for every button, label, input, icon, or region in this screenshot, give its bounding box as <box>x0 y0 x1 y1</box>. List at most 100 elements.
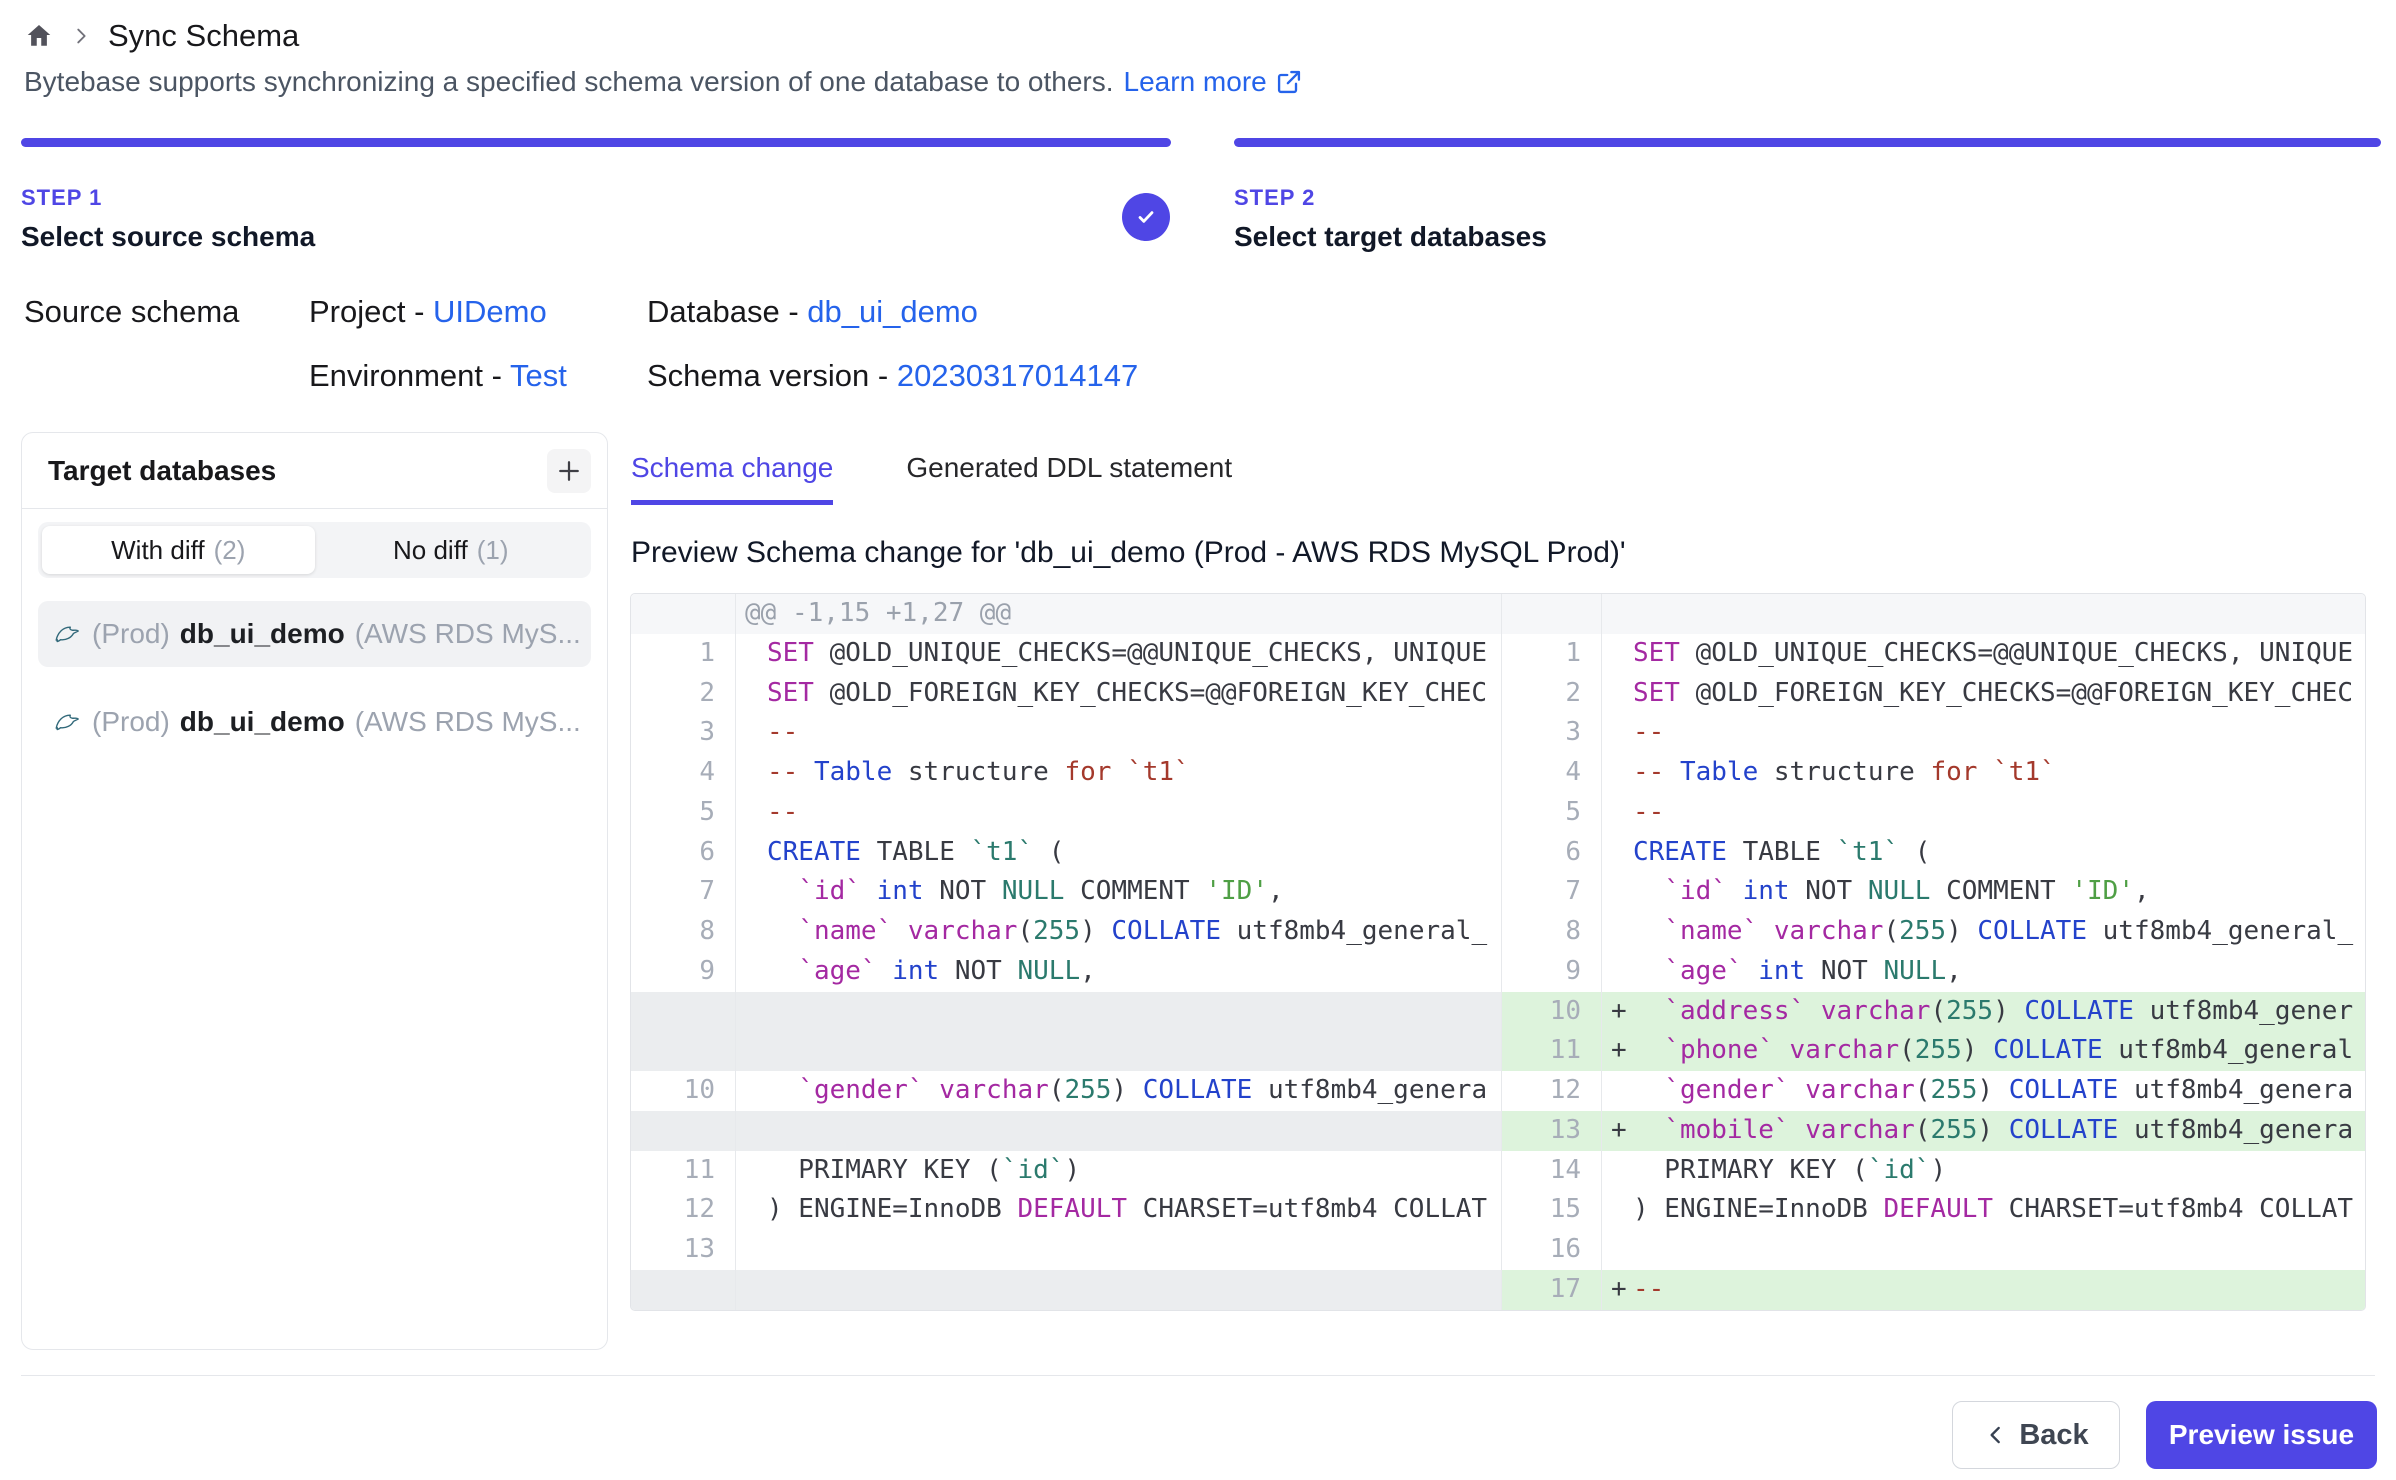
diff-row: 7 `id` int NOT NULL COMMENT 'ID',7 `id` … <box>631 872 2365 912</box>
code-token: utf8mb4_gener <box>2134 996 2353 1026</box>
code-token: ( <box>1915 1115 1931 1145</box>
page-description: Bytebase supports synchronizing a specif… <box>24 66 1303 98</box>
code-token <box>1633 956 1664 986</box>
code-token: @OLD_FOREIGN_KEY_CHECKS=@@FOREIGN_KEY_CH… <box>814 678 1487 708</box>
target-database-item[interactable]: (Prod) db_ui_demo (AWS RDS MyS... <box>38 689 591 755</box>
preview-issue-button[interactable]: Preview issue <box>2146 1401 2377 1469</box>
code-token: COLLATE <box>1111 916 1221 946</box>
code-token <box>1727 876 1743 906</box>
code-token: ) <box>1946 916 1977 946</box>
tab-no-diff-label: No diff <box>393 535 468 566</box>
code-token: ) <box>1962 1035 1993 1065</box>
source-schema-label: Source schema <box>24 294 239 330</box>
code-cell: ) ENGINE=InnoDB DEFAULT CHARSET=utf8mb4 … <box>1601 1190 2365 1230</box>
tab-no-diff[interactable]: No diff (1) <box>315 526 588 574</box>
chevron-left-icon <box>1983 1422 2009 1448</box>
code-token <box>1790 1075 1806 1105</box>
learn-more-link[interactable]: Learn more <box>1124 66 1303 98</box>
code-token: `mobile` <box>1664 1115 1789 1145</box>
code-token: PRIMARY KEY ( <box>767 1155 1002 1185</box>
code-token <box>767 916 798 946</box>
mysql-icon <box>52 619 82 649</box>
code-token: ) <box>1993 996 2024 1026</box>
target-database-item[interactable]: (Prod) db_ui_demo (AWS RDS MyS... <box>38 601 591 667</box>
code-cell: -- <box>735 713 1501 753</box>
project-field: Project - UIDemo <box>309 294 547 330</box>
code-token <box>877 956 893 986</box>
schema-diff-viewer[interactable]: @@ -1,15 +1,27 @@1SET @OLD_UNIQUE_CHECKS… <box>630 593 2366 1311</box>
line-number-cell <box>631 594 735 634</box>
line-number-cell <box>631 992 735 1032</box>
add-target-database-button[interactable] <box>547 449 591 493</box>
code-token <box>1633 1035 1664 1065</box>
code-cell <box>735 1111 1501 1151</box>
environment-link[interactable]: Test <box>510 358 567 393</box>
code-token <box>924 1075 940 1105</box>
back-button[interactable]: Back <box>1952 1401 2120 1469</box>
line-number-cell: 2 <box>631 674 735 714</box>
code-token: ( <box>1899 837 1930 867</box>
tab-generated-ddl[interactable]: Generated DDL statement <box>906 452 1232 505</box>
back-button-label: Back <box>2019 1419 2088 1452</box>
schema-version-link[interactable]: 20230317014147 <box>897 358 1138 393</box>
line-number-cell: 7 <box>1501 872 1601 912</box>
code-token: ) <box>1111 1075 1142 1105</box>
code-token: CHARSET=utf8mb4 COLLAT <box>1993 1194 2353 1224</box>
code-cell <box>735 1031 1501 1071</box>
home-icon[interactable] <box>24 21 54 51</box>
code-token: DEFAULT <box>1883 1194 1993 1224</box>
code-cell: PRIMARY KEY (`id`) <box>1601 1151 2365 1191</box>
check-icon <box>1133 204 1159 230</box>
code-token: SET <box>767 678 814 708</box>
step-1-progress-bar <box>21 138 1171 147</box>
code-cell: -- Table structure for `t1` <box>1601 753 2365 793</box>
chevron-right-icon <box>70 25 92 47</box>
code-cell: `gender` varchar(255) COLLATE utf8mb4_ge… <box>735 1071 1501 1111</box>
step-complete-badge <box>1122 193 1170 241</box>
code-cell: SET @OLD_UNIQUE_CHECKS=@@UNIQUE_CHECKS, … <box>1601 634 2365 674</box>
code-token: varchar <box>1805 1115 1915 1145</box>
code-token: CREATE <box>1633 837 1727 867</box>
field-separator: - <box>869 358 897 393</box>
line-number-cell: 11 <box>1501 1031 1601 1071</box>
line-number-cell: 17 <box>1501 1270 1601 1310</box>
schema-version-field: Schema version - 20230317014147 <box>647 358 1138 394</box>
line-number-cell: 13 <box>631 1230 735 1270</box>
code-token: 255 <box>1930 1075 1977 1105</box>
code-token: 255 <box>1064 1075 1111 1105</box>
schema-version-field-name: Schema version <box>647 358 869 393</box>
code-token <box>1790 1115 1806 1145</box>
code-cell: SET @OLD_UNIQUE_CHECKS=@@UNIQUE_CHECKS, … <box>735 634 1501 674</box>
code-cell <box>735 992 1501 1032</box>
database-link[interactable]: db_ui_demo <box>807 294 978 329</box>
code-cell: + `phone` varchar(255) COLLATE utf8mb4_g… <box>1601 1031 2365 1071</box>
code-token: ( <box>1930 996 1946 1026</box>
code-token: utf8mb4_genera <box>2118 1075 2353 1105</box>
external-link-icon <box>1275 68 1303 96</box>
code-token: COLLATE <box>2009 1115 2119 1145</box>
learn-more-label: Learn more <box>1124 66 1267 98</box>
target-databases-title: Target databases <box>48 455 276 487</box>
code-token: `gender` <box>1664 1075 1789 1105</box>
project-link[interactable]: UIDemo <box>433 294 547 329</box>
tab-no-diff-count: (1) <box>477 535 509 566</box>
code-token: `name` <box>1664 916 1758 946</box>
preview-title: Preview Schema change for 'db_ui_demo (P… <box>631 536 1626 570</box>
code-token: , <box>2134 876 2150 906</box>
page-title: Sync Schema <box>108 18 299 54</box>
line-number-cell: 15 <box>1501 1190 1601 1230</box>
code-cell: `name` varchar(255) COLLATE utf8mb4_gene… <box>1601 912 2365 952</box>
footer-divider <box>21 1375 2375 1376</box>
diff-filter-tabs: With diff (2) No diff (1) <box>38 522 591 578</box>
plus-icon <box>554 456 584 486</box>
code-token: -- <box>1633 1274 1664 1304</box>
code-token: COLLATE <box>2009 1075 2119 1105</box>
code-token: utf8mb4_general_ <box>2087 916 2353 946</box>
tab-with-diff[interactable]: With diff (2) <box>42 526 315 574</box>
tab-schema-change[interactable]: Schema change <box>631 452 833 505</box>
line-number-cell: 3 <box>631 713 735 753</box>
code-token <box>1633 1075 1664 1105</box>
description-text: Bytebase supports synchronizing a specif… <box>24 66 1114 98</box>
code-token: 255 <box>1899 916 1946 946</box>
code-token <box>1774 1035 1790 1065</box>
